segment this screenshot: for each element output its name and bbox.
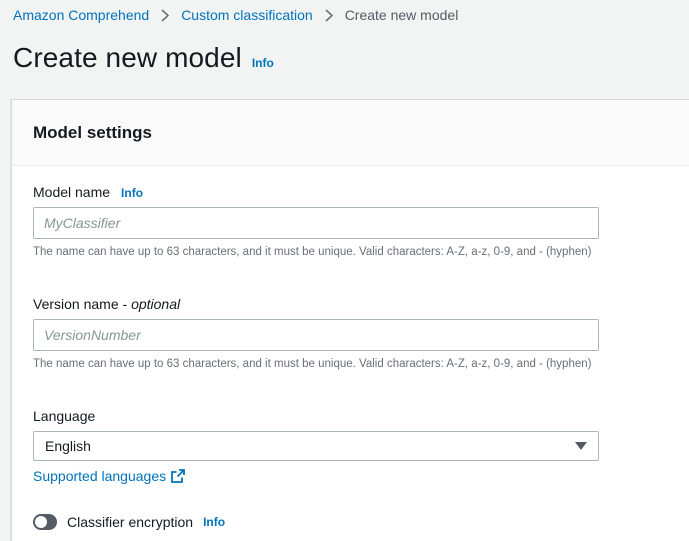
page-info-link[interactable]: Info	[252, 56, 274, 70]
chevron-right-icon	[325, 8, 333, 22]
model-name-info-link[interactable]: Info	[121, 186, 143, 200]
language-select[interactable]: English	[33, 431, 599, 461]
language-label: Language	[33, 408, 96, 424]
external-link-icon	[171, 469, 186, 483]
version-name-label-row: Version name - optional	[33, 296, 180, 312]
model-name-input[interactable]	[33, 207, 599, 239]
model-name-label: Model name	[33, 184, 111, 200]
language-label-row: Language	[33, 408, 95, 424]
supported-languages-link[interactable]: Supported languages	[33, 468, 186, 484]
supported-languages-label: Supported languages	[33, 468, 167, 484]
version-name-hint: The name can have up to 63 characters, a…	[33, 358, 592, 370]
version-name-input[interactable]	[33, 319, 599, 351]
panel-title: Model settings	[33, 122, 153, 142]
breadcrumb: Amazon Comprehend Custom classification …	[13, 5, 458, 25]
classifier-encryption-info-link[interactable]: Info	[203, 515, 225, 529]
breadcrumb-current: Create new model	[344, 7, 459, 23]
toggle-knob	[35, 516, 47, 528]
breadcrumb-amazon-comprehend[interactable]: Amazon Comprehend	[13, 7, 149, 23]
classifier-encryption-label: Classifier encryption	[67, 514, 194, 530]
panel-header: Model settings	[12, 100, 689, 166]
page-header: Create new model Info	[13, 42, 274, 74]
breadcrumb-custom-classification[interactable]: Custom classification	[181, 7, 313, 23]
caret-down-icon	[575, 442, 587, 450]
classifier-encryption-row: Classifier encryption Info	[33, 514, 225, 530]
classifier-encryption-toggle[interactable]	[33, 514, 57, 530]
language-selected-value: English	[45, 438, 91, 454]
version-name-optional: optional	[131, 296, 181, 312]
model-settings-panel: Model settings Model name Info The name …	[11, 99, 689, 541]
model-name-label-row: Model name Info	[33, 184, 143, 200]
model-name-hint: The name can have up to 63 characters, a…	[33, 246, 592, 258]
page-title: Create new model	[13, 42, 242, 73]
chevron-right-icon	[161, 8, 170, 22]
version-name-label: Version name -	[33, 296, 132, 312]
